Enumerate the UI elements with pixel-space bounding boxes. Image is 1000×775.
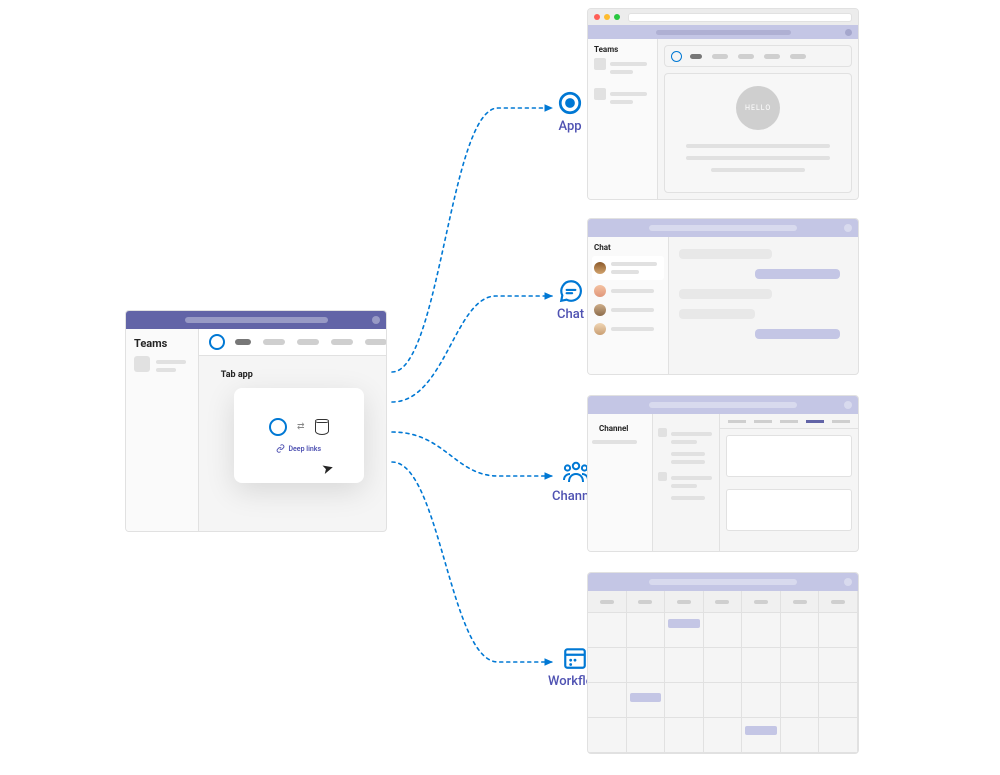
sync-arrow-icon: ⇄ <box>297 422 305 432</box>
channel-tab-strip <box>720 414 858 429</box>
calendar-grid <box>588 591 858 753</box>
channel-tab[interactable] <box>728 420 746 423</box>
calendar-event[interactable] <box>668 619 700 628</box>
workflow-preview-window <box>587 572 859 754</box>
channel-tab[interactable] <box>780 420 798 423</box>
browser-chrome <box>588 9 858 25</box>
app-label: App <box>558 119 581 134</box>
channel-post <box>726 435 852 477</box>
channel-sidebar: Channel <box>588 414 653 551</box>
app-icon <box>557 90 583 116</box>
traffic-light-close[interactable] <box>594 14 600 20</box>
hello-badge: HELLO <box>736 86 780 130</box>
channel-tree <box>653 414 721 551</box>
sidebar-item[interactable] <box>134 356 190 376</box>
chat-sidebar: Chat <box>588 237 669 374</box>
channel-tab[interactable] <box>754 420 772 423</box>
window-titlebar <box>126 311 386 329</box>
app-preview-window: Teams HELLO <box>587 8 859 200</box>
sidebar-title: Teams <box>134 337 190 350</box>
database-icon <box>315 419 329 435</box>
source-teams-window: Teams <box>125 310 387 532</box>
chat-user[interactable] <box>594 285 662 297</box>
app-tab-strip <box>664 45 852 67</box>
app-sidebar: Teams <box>588 39 658 199</box>
tab[interactable] <box>764 54 780 59</box>
calendar-event[interactable] <box>745 726 777 735</box>
app-ring-icon <box>671 51 682 62</box>
diagram-stage: Teams <box>0 0 1000 775</box>
chat-messages <box>669 237 858 374</box>
chat-user-selected[interactable] <box>592 256 664 280</box>
chat-user[interactable] <box>594 323 662 335</box>
message-sent <box>755 329 840 339</box>
message-received <box>679 309 755 319</box>
tab[interactable] <box>263 339 285 345</box>
channel-content <box>720 414 858 551</box>
deep-links-label: Deep links <box>288 445 321 453</box>
tab-active[interactable] <box>235 339 251 345</box>
chat-icon <box>558 278 584 304</box>
chat-sidebar-title: Chat <box>594 243 662 252</box>
deep-links-button[interactable]: Deep links <box>276 444 321 453</box>
link-icon <box>276 444 285 453</box>
content-title: Tab app <box>221 370 385 380</box>
tab-active[interactable] <box>690 54 702 59</box>
tab-strip <box>199 329 387 356</box>
tab[interactable] <box>712 54 728 59</box>
channel-tab-active[interactable] <box>806 420 824 423</box>
message-sent <box>755 269 840 279</box>
channel-item[interactable] <box>658 472 715 492</box>
tab-app-card: ⇄ Deep links ➤ <box>234 388 364 483</box>
app-sidebar-title: Teams <box>594 45 651 54</box>
source-main: Tab app ⇄ Deep links ➤ <box>199 329 387 531</box>
channel-item[interactable] <box>658 428 715 448</box>
message-received <box>679 249 772 259</box>
channel-tab[interactable] <box>832 420 850 423</box>
target-chat: Chat <box>557 278 584 322</box>
channel-preview-window: Channel <box>587 395 859 552</box>
tab[interactable] <box>790 54 806 59</box>
workflow-icon <box>562 645 588 671</box>
url-bar[interactable] <box>628 13 852 22</box>
tab[interactable] <box>738 54 754 59</box>
target-app: App <box>557 90 583 134</box>
chat-label: Chat <box>557 307 584 322</box>
tab[interactable] <box>297 339 319 345</box>
chat-user[interactable] <box>594 304 662 316</box>
teams-sidebar: Teams <box>126 329 199 531</box>
tab[interactable] <box>365 339 387 345</box>
traffic-light-max[interactable] <box>614 14 620 20</box>
traffic-light-min[interactable] <box>604 14 610 20</box>
app-ring-icon <box>209 334 225 350</box>
message-received <box>679 289 772 299</box>
channel-sidebar-title: Channel <box>592 418 648 436</box>
app-ring-icon <box>269 418 287 436</box>
calendar-event[interactable] <box>630 693 662 702</box>
channel-post <box>726 489 852 531</box>
cursor-icon: ➤ <box>320 460 335 478</box>
tab[interactable] <box>331 339 353 345</box>
chat-preview-window: Chat <box>587 218 859 375</box>
